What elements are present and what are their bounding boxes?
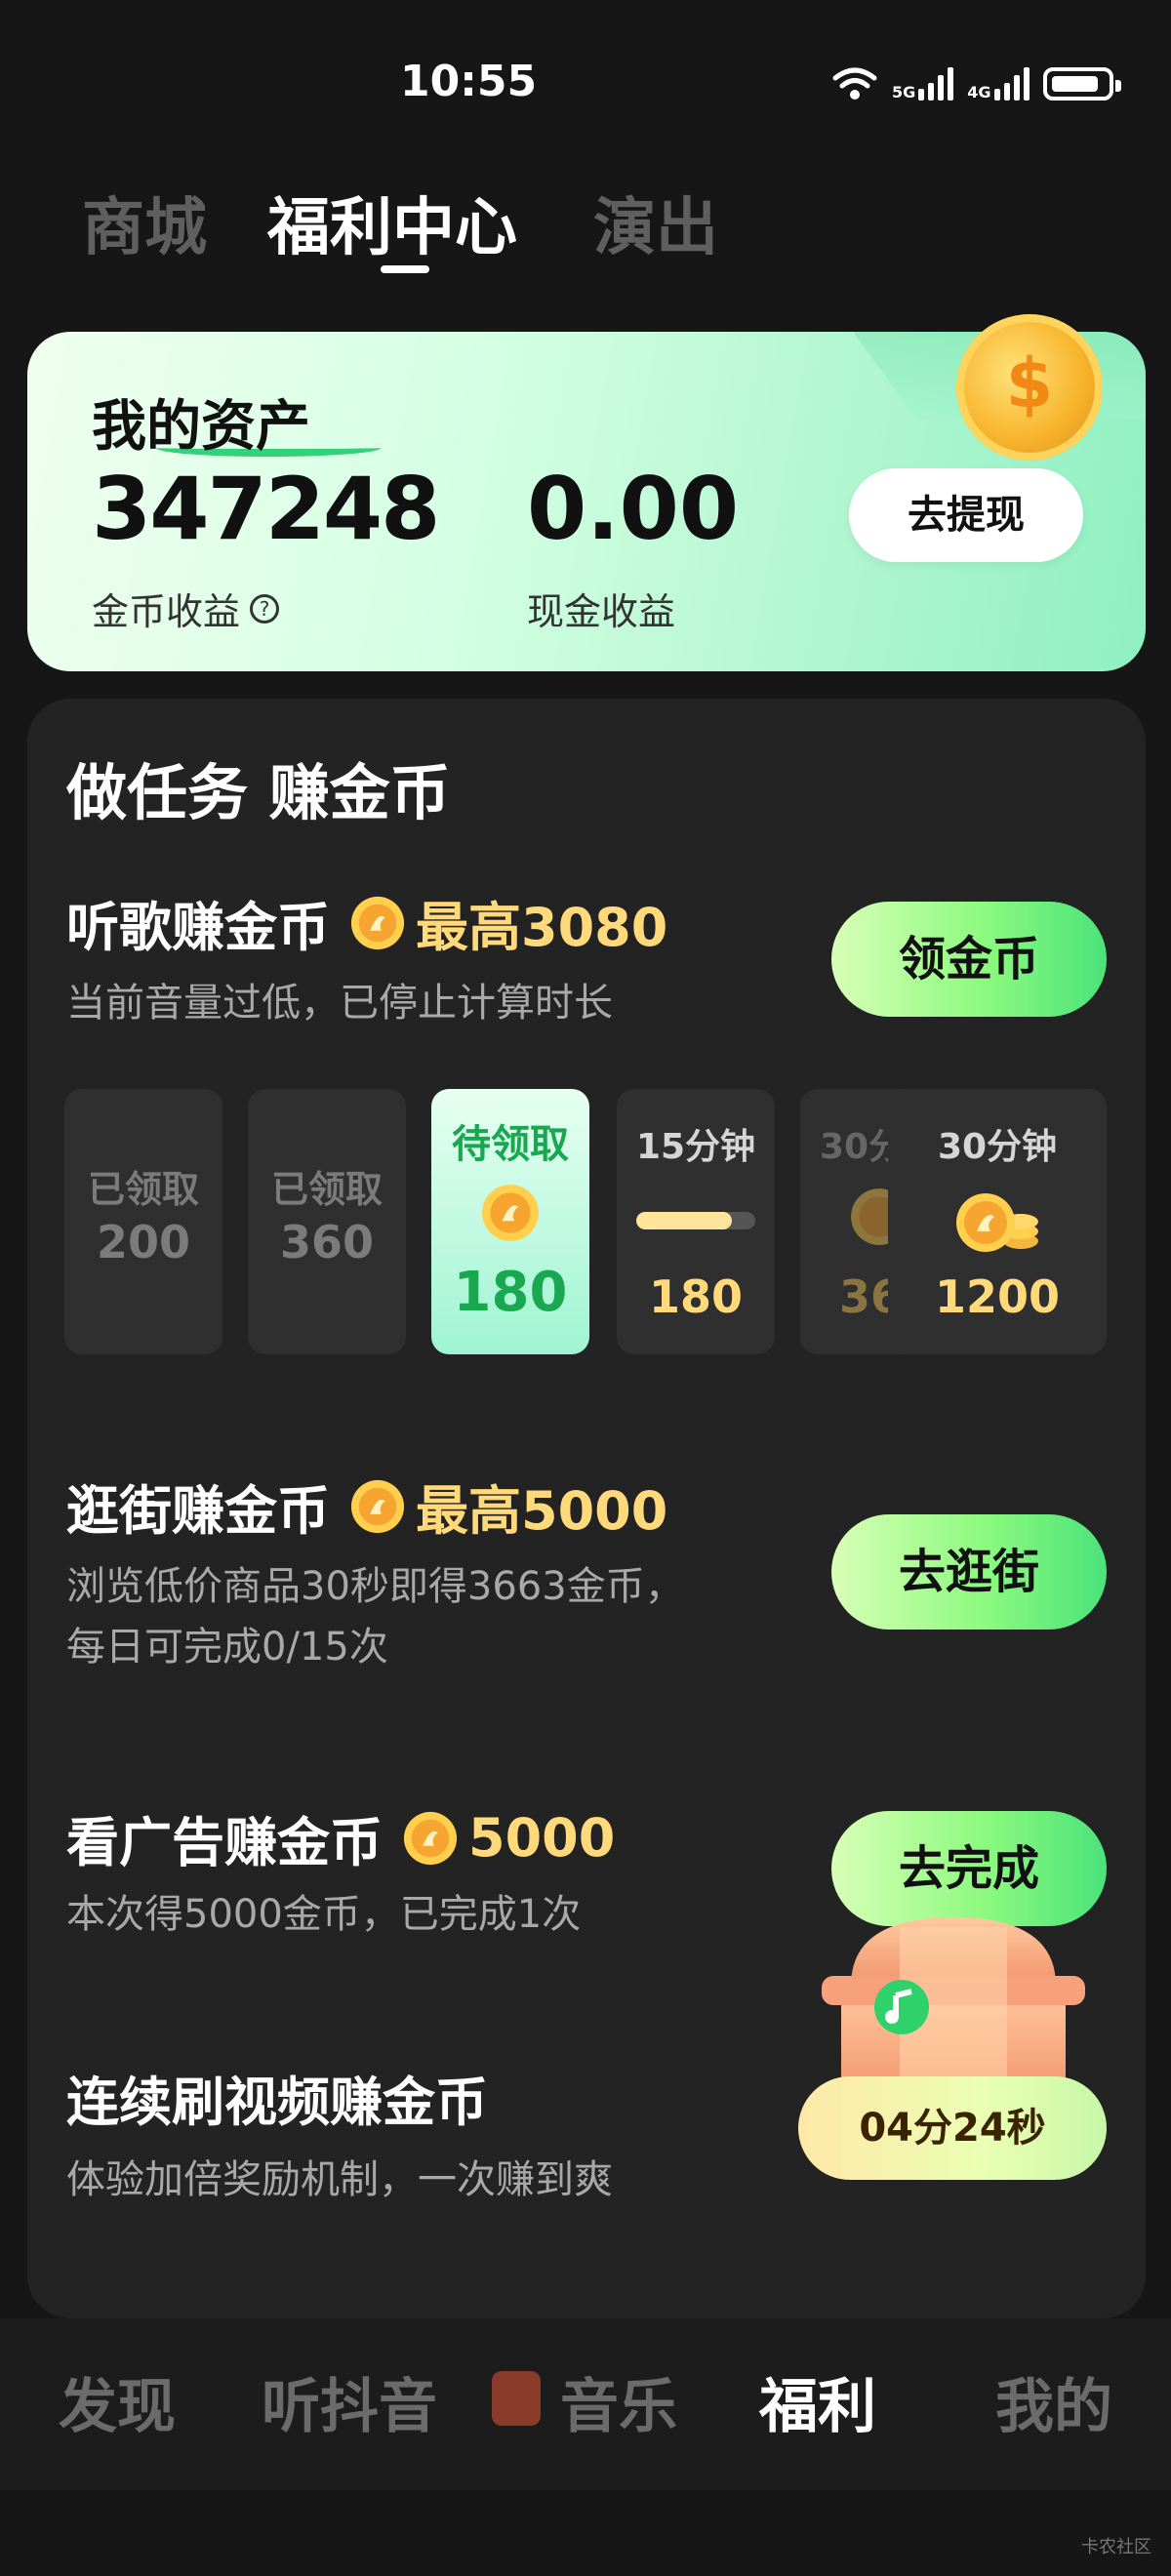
reward-value: 180 xyxy=(648,1270,744,1323)
video-task-desc: 体验加倍奖励机制，一次赚到爽 xyxy=(66,2157,613,2202)
status-time: 10:55 xyxy=(400,57,538,106)
signal-bars-icon xyxy=(993,67,1030,101)
signal-5g-label: 5G xyxy=(892,83,916,101)
status-icons: 5G 4G xyxy=(831,62,1121,105)
ads-task-highlight: 5000 xyxy=(468,1807,616,1869)
reward-value: 180 xyxy=(453,1261,568,1324)
nav-listen-douyin[interactable]: 听抖音 xyxy=(262,2359,437,2444)
tab-welfare-center[interactable]: 福利中心 xyxy=(267,178,517,267)
listen-task-title: 听歌赚金币 最高3080 xyxy=(66,884,667,961)
listen-task-desc: 当前音量过低，已停止计算时长 xyxy=(66,981,613,1026)
video-task-name: 连续刷视频赚金币 xyxy=(66,2072,488,2133)
shop-task-desc-line1: 浏览低价商品30秒即得3663金币， xyxy=(66,1564,684,1609)
reward-state: 已领取 xyxy=(87,1168,199,1211)
ads-task-desc: 本次得5000金币，已完成1次 xyxy=(66,1892,582,1937)
help-icon[interactable]: ? xyxy=(250,593,280,624)
cash-label: 现金收益 xyxy=(527,590,676,633)
signal-4g-label: 4G xyxy=(967,83,991,101)
reward-value: 1200 xyxy=(934,1270,1061,1323)
coins-label-text: 金币收益 xyxy=(92,590,241,633)
claim-coins-button[interactable]: 领金币 xyxy=(831,902,1107,1017)
reward-item: 已领取 200 xyxy=(64,1089,222,1354)
task-section-title: 做任务 赚金币 xyxy=(66,757,451,828)
wifi-icon xyxy=(832,67,877,100)
nav-discover[interactable]: 发现 xyxy=(59,2359,176,2444)
withdraw-button[interactable]: 去提现 xyxy=(849,468,1083,562)
chest-timer[interactable]: 04分24秒 xyxy=(798,2076,1107,2180)
reward-item: 15分钟 180 xyxy=(617,1089,775,1354)
coin-stack-icon xyxy=(956,1193,1038,1252)
shop-task-highlight: 最高5000 xyxy=(416,1480,668,1542)
reward-state: 待领取 xyxy=(452,1122,569,1167)
signal-bars-icon xyxy=(918,67,954,101)
coin-icon xyxy=(482,1185,539,1241)
reward-item: 已领取 360 xyxy=(248,1089,406,1354)
nav-music[interactable]: 音乐 xyxy=(560,2359,677,2444)
reward-state: 已领取 xyxy=(270,1168,383,1211)
assets-title: 我的资产 xyxy=(92,395,310,459)
active-tab-indicator xyxy=(381,265,429,273)
reward-value: 200 xyxy=(96,1216,191,1268)
shop-task-title: 逛街赚金币 最高5000 xyxy=(66,1468,667,1545)
reward-value: 360 xyxy=(279,1216,375,1268)
reward-item: 30分钟 1200 xyxy=(888,1089,1107,1354)
listen-task-highlight: 最高3080 xyxy=(416,897,668,958)
ads-task-name: 看广告赚金币 xyxy=(66,1812,383,1873)
reward-item-claimable[interactable]: 待领取 180 xyxy=(431,1089,589,1354)
video-task-title: 连续刷视频赚金币 xyxy=(66,2059,488,2136)
gold-coin-icon: $ xyxy=(956,314,1103,461)
watermark-text: 卡农社区 xyxy=(1081,2537,1151,2557)
tab-show[interactable]: 演出 xyxy=(593,178,718,267)
nav-welfare[interactable]: 福利 xyxy=(759,2359,876,2444)
go-shopping-button[interactable]: 去逛街 xyxy=(831,1514,1107,1630)
coin-icon xyxy=(402,1810,459,1867)
music-avatar-icon xyxy=(492,2371,541,2426)
battery-icon xyxy=(1042,67,1121,101)
coins-label[interactable]: 金币收益 ? xyxy=(92,582,280,635)
coin-icon xyxy=(349,1478,406,1535)
coins-value: 347248 xyxy=(92,459,440,559)
listen-task-name: 听歌赚金币 xyxy=(66,897,330,958)
reward-time: 30分钟 xyxy=(937,1127,1058,1167)
cash-value: 0.00 xyxy=(527,459,740,559)
coin-icon xyxy=(349,895,406,951)
reward-progress-bar xyxy=(636,1212,755,1229)
reward-time: 15分钟 xyxy=(635,1127,756,1167)
nav-me[interactable]: 我的 xyxy=(995,2359,1112,2444)
tab-shop[interactable]: 商城 xyxy=(82,178,207,267)
shop-task-desc-line2: 每日可完成0/15次 xyxy=(66,1625,388,1670)
shop-task-name: 逛街赚金币 xyxy=(66,1480,330,1542)
ads-task-title: 看广告赚金币 5000 xyxy=(66,1799,615,1876)
